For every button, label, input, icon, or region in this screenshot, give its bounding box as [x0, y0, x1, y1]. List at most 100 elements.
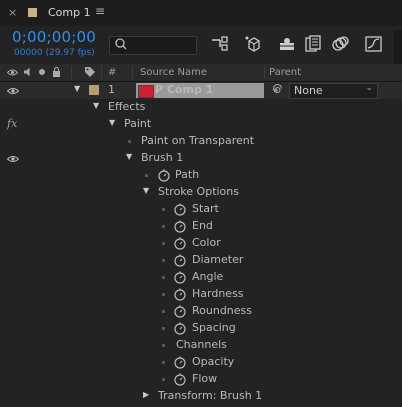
paint-on-transparent-row[interactable]: Paint on Transparent	[0, 133, 402, 150]
layer-visibility-eye-icon[interactable]	[7, 86, 19, 96]
tree-dot	[162, 310, 165, 313]
stroke-property-row[interactable]: Start	[0, 201, 402, 218]
tree-dot	[162, 344, 165, 347]
layer-name: P Comp 1	[155, 83, 214, 96]
brush-transform-row[interactable]: ▶ Transform: Brush 1	[0, 388, 402, 405]
stroke-property-row[interactable]: Flow	[0, 371, 402, 388]
spacing-label: Spacing	[192, 321, 236, 334]
start-label: Start	[192, 202, 219, 215]
brush-expand-triangle-icon[interactable]: ▼	[126, 152, 132, 161]
layer-number: 1	[108, 83, 115, 96]
tree-dot	[162, 242, 165, 245]
stroke-property-row[interactable]: Angle	[0, 269, 402, 286]
effects-expand-triangle-icon[interactable]: ▼	[93, 101, 99, 110]
solo-dot-icon[interactable]	[38, 68, 46, 76]
stopwatch-icon[interactable]	[173, 270, 187, 284]
stopwatch-icon[interactable]	[173, 219, 187, 233]
stroke-property-row[interactable]: Hardness	[0, 286, 402, 303]
layer-expand-triangle-icon[interactable]: ▼	[74, 84, 80, 93]
brush-label: Brush 1	[141, 151, 184, 164]
layer-label-color[interactable]	[89, 85, 99, 95]
stopwatch-icon[interactable]	[173, 321, 187, 335]
roundness-label: Roundness	[192, 304, 253, 317]
paint-on-transparent-label: Paint on Transparent	[141, 134, 255, 147]
stroke-property-row[interactable]: Opacity	[0, 354, 402, 371]
header-divider	[101, 66, 102, 79]
search-icon	[115, 38, 127, 50]
stopwatch-icon[interactable]	[173, 287, 187, 301]
flow-label: Flow	[192, 372, 218, 385]
diameter-label: Diameter	[192, 253, 244, 266]
path-property-row[interactable]: Path	[0, 167, 402, 184]
layer-column-header: # Source Name Parent	[0, 64, 402, 82]
motion-blur-icon[interactable]	[329, 34, 351, 54]
stopwatch-icon[interactable]	[173, 372, 187, 386]
panel-tab-bar: × Comp 1 ≡	[0, 0, 402, 27]
label-tag-icon[interactable]	[84, 66, 96, 78]
graph-editor-icon[interactable]	[363, 34, 385, 54]
tree-dot	[162, 361, 165, 364]
stopwatch-icon[interactable]	[173, 304, 187, 318]
stroke-property-row[interactable]: Roundness	[0, 303, 402, 320]
stopwatch-icon[interactable]	[173, 253, 187, 267]
stroke-property-row[interactable]: Spacing	[0, 320, 402, 337]
video-switch-eye-icon[interactable]	[7, 68, 18, 77]
layer-outline: ▼ 1 P Comp 1 None ⌄ ▼ Effects fx ▼ Paint…	[0, 82, 402, 405]
effects-group-row[interactable]: ▼ Effects	[0, 99, 402, 116]
header-divider	[71, 66, 72, 79]
header-divider	[132, 66, 133, 79]
tree-dot	[128, 140, 131, 143]
tree-dot	[145, 174, 148, 177]
chevron-down-icon: ⌄	[365, 83, 373, 93]
path-label: Path	[175, 168, 200, 181]
close-tab-button[interactable]: ×	[8, 6, 17, 19]
stopwatch-icon[interactable]	[157, 168, 171, 182]
stroke-property-row[interactable]: End	[0, 218, 402, 235]
paint-label: Paint	[124, 117, 152, 130]
current-time-display[interactable]: 0;00;00;00	[12, 28, 96, 46]
parent-column[interactable]: Parent	[269, 67, 301, 78]
comp-tab-title[interactable]: Comp 1	[48, 6, 91, 19]
tree-dot	[162, 293, 165, 296]
hardness-label: Hardness	[192, 287, 244, 300]
parent-dropdown[interactable]: None ⌄	[289, 83, 378, 99]
shy-layers-icon[interactable]	[276, 34, 298, 54]
channels-label: Channels	[176, 338, 227, 351]
effect-enable-fx-toggle[interactable]: fx	[7, 117, 17, 130]
paint-expand-triangle-icon[interactable]: ▼	[109, 118, 115, 127]
brush-row[interactable]: ▼ Brush 1	[0, 150, 402, 167]
tree-dot	[162, 208, 165, 211]
transform-brush-label: Transform: Brush 1	[158, 389, 263, 402]
audio-speaker-icon[interactable]	[23, 67, 34, 77]
timeline-toolbar: 0;00;00;00 00000 (29.97 fps)	[0, 26, 402, 65]
source-name-column[interactable]: Source Name	[140, 67, 207, 78]
stroke-property-row[interactable]: Color	[0, 235, 402, 252]
brush-visibility-eye-icon[interactable]	[7, 154, 19, 164]
header-divider	[264, 66, 265, 79]
tree-dot	[162, 327, 165, 330]
channels-row[interactable]: Channels	[0, 337, 402, 354]
tree-dot	[162, 276, 165, 279]
stopwatch-icon[interactable]	[173, 236, 187, 250]
panel-menu-icon[interactable]: ≡	[95, 4, 105, 18]
transform-expand-triangle-icon[interactable]: ▶	[143, 390, 149, 399]
frame-blending-icon[interactable]	[302, 34, 324, 54]
parent-pickwhip-icon[interactable]	[269, 83, 283, 97]
stroke-options-label: Stroke Options	[158, 185, 239, 198]
stopwatch-icon[interactable]	[173, 355, 187, 369]
paint-effect-row[interactable]: fx ▼ Paint	[0, 116, 402, 133]
end-label: End	[192, 219, 213, 232]
stopwatch-icon[interactable]	[173, 202, 187, 216]
layer-number-column[interactable]: #	[108, 67, 116, 78]
composition-mini-flowchart-icon[interactable]	[209, 34, 231, 54]
comp-label-swatch	[28, 8, 37, 17]
color-label: Color	[192, 236, 221, 249]
lock-icon[interactable]	[52, 67, 61, 77]
layer-row[interactable]: ▼ 1 P Comp 1 None ⌄	[0, 82, 402, 99]
composition-thumbnail-icon	[138, 85, 154, 98]
stroke-property-row[interactable]: Diameter	[0, 252, 402, 269]
stroke-options-row[interactable]: ▼ Stroke Options	[0, 184, 402, 201]
draft-3d-icon[interactable]	[243, 34, 265, 54]
stroke-options-expand-triangle-icon[interactable]: ▼	[143, 186, 149, 195]
effects-label: Effects	[108, 100, 146, 113]
